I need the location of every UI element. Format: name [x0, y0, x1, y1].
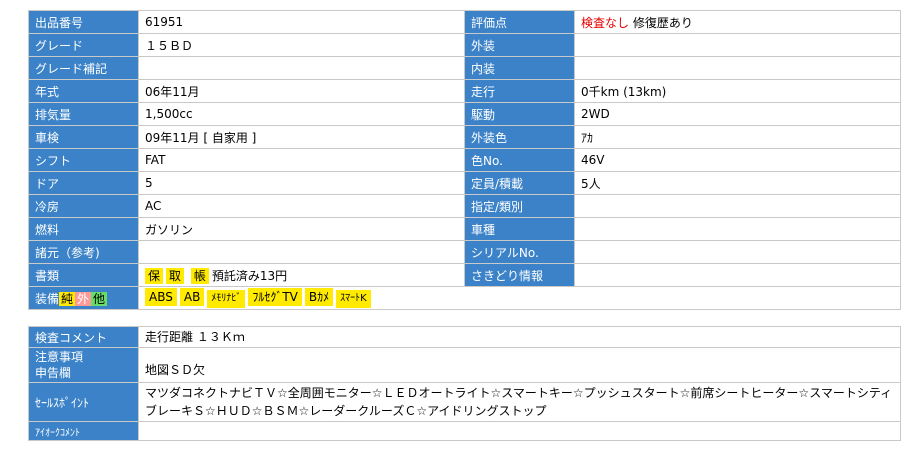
docs-value: 保取 帳預託済み13円: [138, 263, 465, 287]
table-row: 出品番号 61951 評価点 検査なし 修復歴あり: [28, 10, 901, 34]
equip-pure-legend: 純: [59, 291, 76, 306]
equipment-tag: ｽﾏｰﾄK: [336, 290, 371, 308]
ac-label: 冷房: [28, 194, 139, 218]
interior-value: [574, 56, 901, 80]
shift-label: シフト: [28, 148, 139, 172]
grade-label: グレード: [28, 33, 139, 57]
caution-label: 注意事項 申告欄: [28, 347, 139, 383]
table-row: 注意事項申告欄 地図ＳＤ欠: [28, 347, 901, 383]
equipment-tag: Bｶﾒ: [304, 288, 334, 306]
specs-ref-label: 諸元（参考): [28, 240, 139, 264]
caution-text: 注意事項: [35, 350, 84, 364]
exterior-label: 外装: [464, 33, 575, 57]
equip-label: 装備純外他: [28, 286, 139, 310]
docs-label: 書類: [28, 263, 139, 287]
lot-label: 出品番号: [28, 10, 139, 34]
eval-repair: 修復歴あり: [632, 15, 693, 30]
table-row: 諸元（参考) シリアルNo.: [28, 240, 901, 264]
lot-value: 61951: [138, 10, 465, 34]
color-label: 外装色: [464, 125, 575, 149]
drive-label: 駆動: [464, 102, 575, 126]
grade-note-value: [138, 56, 465, 80]
capacity-label: 定員/積載: [464, 171, 575, 195]
eval-label: 評価点: [464, 10, 575, 34]
truncated-notice: [28, 0, 888, 4]
eval-none: 検査なし: [581, 15, 630, 30]
mileage-value: 0千km (13km): [574, 79, 901, 103]
equipment-value: ABS AB ﾒﾓﾘﾅﾋﾞ ﾌﾙｾｸﾞTV Bｶﾒ ｽﾏｰﾄK: [138, 286, 901, 310]
drive-value: 2WD: [574, 102, 901, 126]
equipment-tag: ﾒﾓﾘﾅﾋﾞ: [207, 290, 246, 308]
docs-text: 預託済み13円: [211, 268, 288, 283]
fuel-label: 燃料: [28, 217, 139, 241]
report-value: 地図ＳＤ欠: [138, 347, 901, 383]
color-no-label: 色No.: [464, 148, 575, 172]
preview-label: さきどり情報: [464, 263, 575, 287]
vehicle-spec-table: 出品番号 61951 評価点 検査なし 修復歴あり グレード １５ＢＤ 外装 グ…: [28, 10, 901, 310]
exterior-value: [574, 33, 901, 57]
table-row: ドア 5 定員/積載 5人: [28, 171, 901, 195]
equipment-tag: AB: [179, 288, 205, 306]
color-no-value: 46V: [574, 148, 901, 172]
sales-label: ｾｰﾙｽﾎﾟｲﾝﾄ: [28, 382, 139, 422]
table-row: シフト FAT 色No. 46V: [28, 148, 901, 172]
inspect-value: 走行距離 １３Ｋｍ: [138, 326, 901, 348]
capacity-value: 5人: [574, 171, 901, 195]
ac-value: AC: [138, 194, 465, 218]
mileage-label: 走行: [464, 79, 575, 103]
table-row: 冷房 AC 指定/類別: [28, 194, 901, 218]
color-value: ｱｶ: [574, 125, 901, 149]
interior-label: 内装: [464, 56, 575, 80]
preview-value: [574, 263, 901, 287]
model-label: 車種: [464, 217, 575, 241]
table-row: 検査コメント 走行距離 １３Ｋｍ: [28, 326, 901, 348]
designation-label: 指定/類別: [464, 194, 575, 218]
table-row: 排気量 1,500cc 駆動 2WD: [28, 102, 901, 126]
table-row: グレード補記 内装: [28, 56, 901, 80]
notes-table: 検査コメント 走行距離 １３Ｋｍ 注意事項申告欄 地図ＳＤ欠 ｾｰﾙｽﾎﾟｲﾝﾄ…: [28, 326, 901, 441]
year-value: 06年11月: [138, 79, 465, 103]
table-row: ｾｰﾙｽﾎﾟｲﾝﾄ マツダコネクトナビＴＶ☆全周囲モニター☆ＬＥＤオートライト☆…: [28, 382, 901, 422]
year-label: 年式: [28, 79, 139, 103]
report-text: 申告欄: [35, 366, 72, 380]
iauc-label: ｱｲｵｰｸｺﾒﾝﾄ: [28, 421, 139, 441]
serial-label: シリアルNo.: [464, 240, 575, 264]
grade-note-label: グレード補記: [28, 56, 139, 80]
inspect-label: 検査コメント: [28, 326, 139, 348]
fuel-value: ガソリン: [138, 217, 465, 241]
displacement-value: 1,500cc: [138, 102, 465, 126]
designation-value: [574, 194, 901, 218]
inspection-value: 09年11月 [ 自家用 ]: [138, 125, 465, 149]
eval-value: 検査なし 修復歴あり: [574, 10, 901, 34]
equip-other-legend: 他: [91, 291, 108, 306]
table-row: ｱｲｵｰｸｺﾒﾝﾄ: [28, 421, 901, 441]
equipment-tag: ﾌﾙｾｸﾞTV: [248, 288, 302, 306]
equip-ext-legend: 外: [75, 291, 92, 306]
model-value: [574, 217, 901, 241]
iauc-value: [138, 421, 901, 441]
doors-label: ドア: [28, 171, 139, 195]
grade-value: １５ＢＤ: [138, 33, 465, 57]
doors-value: 5: [138, 171, 465, 195]
table-row: 車検 09年11月 [ 自家用 ] 外装色 ｱｶ: [28, 125, 901, 149]
specs-ref-value: [138, 240, 465, 264]
inspection-label: 車検: [28, 125, 139, 149]
doc-badge: 帳: [190, 267, 209, 284]
table-row: 年式 06年11月 走行 0千km (13km): [28, 79, 901, 103]
displacement-label: 排気量: [28, 102, 139, 126]
shift-value: FAT: [138, 148, 465, 172]
table-row: 燃料 ガソリン 車種: [28, 217, 901, 241]
doc-badge: 保: [145, 267, 164, 284]
equip-label-text: 装備: [35, 291, 60, 306]
serial-value: [574, 240, 901, 264]
table-row: 装備純外他 ABS AB ﾒﾓﾘﾅﾋﾞ ﾌﾙｾｸﾞTV Bｶﾒ ｽﾏｰﾄK: [28, 286, 901, 310]
doc-badge: 取: [166, 267, 185, 284]
equipment-tag: ABS: [145, 288, 177, 306]
table-row: 書類 保取 帳預託済み13円 さきどり情報: [28, 263, 901, 287]
sales-value: マツダコネクトナビＴＶ☆全周囲モニター☆ＬＥＤオートライト☆スマートキー☆プッシ…: [138, 382, 901, 422]
table-row: グレード １５ＢＤ 外装: [28, 33, 901, 57]
